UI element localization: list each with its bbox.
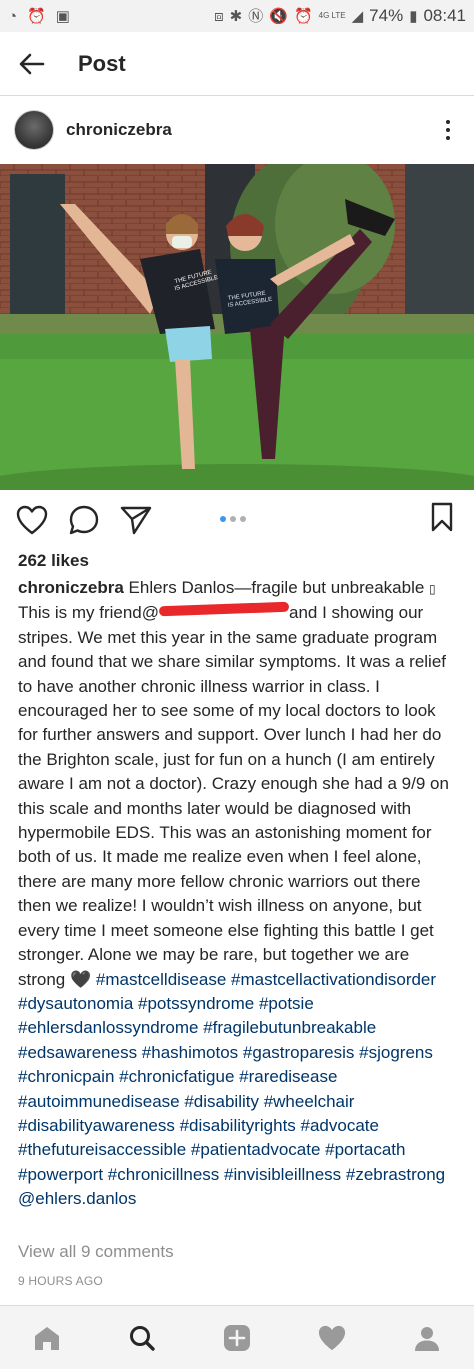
app-bar: Post: [0, 32, 474, 96]
likes-count[interactable]: 262 likes: [18, 551, 89, 571]
add-post-icon: [223, 1324, 250, 1351]
status-bar: ◔ ⏰ ▣ ⧈ ✱ Ⓝ 🔇 ⏰ 4G LTE ◢ 74% ▮ 08:41: [0, 0, 474, 32]
nav-activity[interactable]: [308, 1314, 356, 1362]
avatar[interactable]: [14, 110, 54, 150]
bluetooth-icon: ✱: [229, 7, 243, 25]
post-username[interactable]: chroniczebra: [66, 120, 172, 140]
emoji-placeholder: ▯: [429, 582, 436, 596]
caption-hashtags[interactable]: #mastcelldisease #mastcellactivationdiso…: [18, 970, 445, 1209]
save-button[interactable]: [430, 502, 454, 537]
nav-add-post[interactable]: [213, 1314, 261, 1362]
share-button[interactable]: [118, 502, 154, 538]
comment-icon: [69, 505, 99, 535]
battery-percent: 74%: [369, 6, 404, 25]
arrow-left-icon: [19, 53, 45, 74]
caption-text-3: and I showing our stripes. We met this y…: [18, 603, 449, 989]
home-icon: [35, 1326, 60, 1350]
nav-profile[interactable]: [403, 1314, 451, 1362]
network-type: 4G LTE: [318, 11, 346, 20]
post-timestamp: 9 HOURS AGO: [18, 1274, 103, 1288]
send-icon: [120, 506, 152, 535]
page-title: Post: [78, 50, 126, 76]
more-vertical-icon: [446, 120, 450, 124]
heart-icon: [16, 505, 48, 535]
search-icon: [130, 1325, 155, 1351]
carousel-dot: [240, 516, 246, 522]
signal-icon: ◢: [351, 7, 364, 25]
mute-icon: 🔇: [269, 7, 288, 25]
profile-icon: [414, 1326, 439, 1351]
cast-icon: ⧈: [214, 7, 224, 25]
post-header: chroniczebra: [0, 96, 474, 164]
carousel-dot-active: [220, 516, 226, 522]
comment-button[interactable]: [66, 502, 102, 538]
caption-text-2: This is my friend@: [18, 603, 160, 623]
activity-heart-icon: [318, 1325, 345, 1350]
post-caption: chroniczebra Ehlers Danlos—fragile but u…: [18, 576, 458, 1212]
nav-search[interactable]: [118, 1314, 166, 1362]
like-button[interactable]: [14, 502, 50, 538]
speedometer-icon: ◔: [8, 7, 18, 25]
battery-icon: ▮: [409, 7, 418, 25]
carousel-indicator: [220, 516, 246, 522]
post-photo[interactable]: THE FUTURE IS ACCESSIBLE THE FUTURE IS A…: [0, 164, 474, 490]
post-actions: [0, 494, 474, 546]
nav-home[interactable]: [23, 1314, 71, 1362]
bookmark-icon: [431, 502, 453, 532]
nfc-icon: Ⓝ: [248, 7, 264, 25]
alarm-icon: ⏰: [293, 7, 313, 25]
image-icon: ▣: [55, 7, 70, 25]
clock: 08:41: [423, 6, 466, 25]
bottom-nav: [0, 1305, 474, 1369]
post-image: THE FUTURE IS ACCESSIBLE THE FUTURE IS A…: [0, 164, 474, 490]
view-all-comments-link[interactable]: View all 9 comments: [18, 1242, 174, 1262]
alarm-icon: ⏰: [27, 7, 46, 25]
back-button[interactable]: [0, 32, 64, 96]
black-heart-emoji: 🖤: [69, 969, 92, 989]
caption-text-1: Ehlers Danlos—fragile but unbreakable: [123, 578, 430, 597]
redacted-mention: [158, 602, 290, 617]
more-options-button[interactable]: [436, 115, 460, 145]
carousel-dot: [230, 516, 236, 522]
caption-username[interactable]: chroniczebra: [18, 578, 124, 597]
